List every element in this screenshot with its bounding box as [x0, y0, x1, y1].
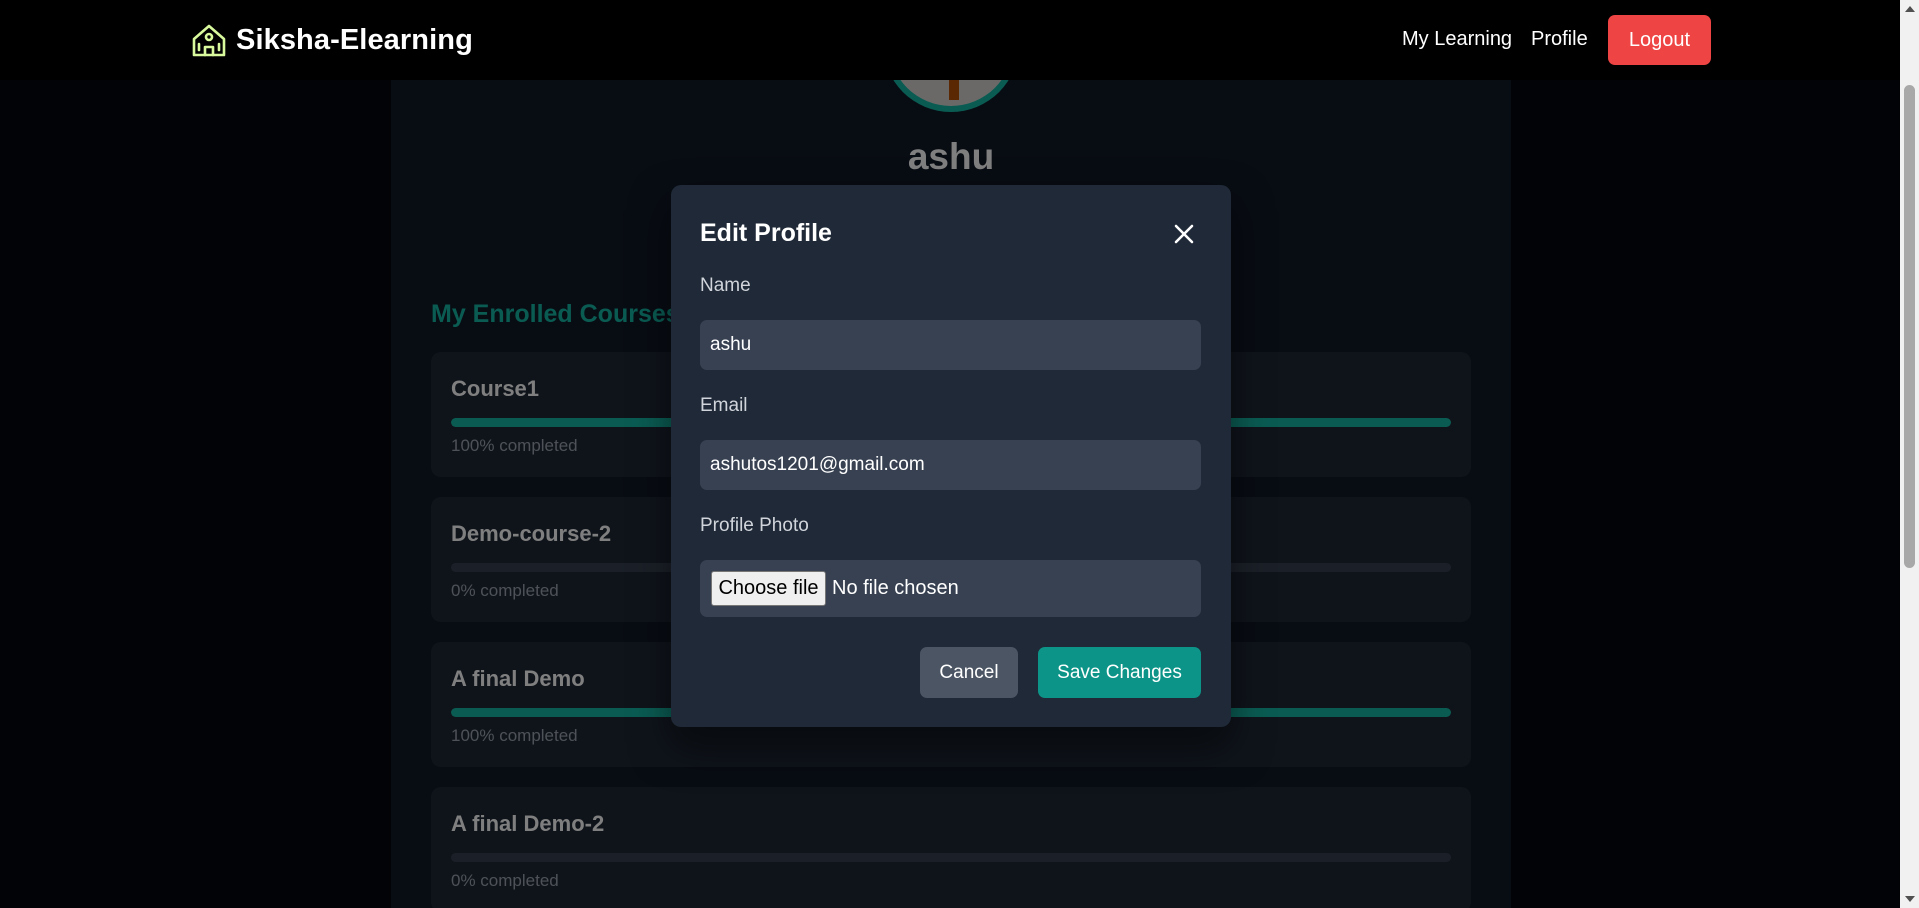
name-input[interactable] [700, 320, 1201, 370]
nav-my-learning[interactable]: My Learning [1402, 28, 1512, 51]
name-label: Name [700, 275, 751, 296]
scroll-down-icon[interactable] [1905, 896, 1915, 902]
profile-photo-field: Choose file No file chosen [700, 560, 1201, 617]
choose-file-button[interactable]: Choose file [711, 571, 826, 606]
modal-title: Edit Profile [700, 219, 832, 247]
close-icon[interactable] [1169, 219, 1199, 249]
profile-photo-label: Profile Photo [700, 515, 809, 536]
edit-profile-modal: Edit Profile Name Email Profile Photo Ch… [671, 185, 1231, 727]
school-icon [192, 24, 226, 57]
navbar: Siksha-Elearning My Learning Profile Log… [0, 0, 1900, 80]
save-changes-button[interactable]: Save Changes [1038, 647, 1201, 698]
scrollbar[interactable] [1900, 0, 1919, 908]
nav-profile[interactable]: Profile [1531, 28, 1588, 51]
brand[interactable]: Siksha-Elearning [191, 20, 473, 60]
brand-name: Siksha-Elearning [236, 23, 473, 56]
email-label: Email [700, 395, 748, 416]
file-status-text: No file chosen [832, 577, 959, 599]
scroll-thumb[interactable] [1904, 85, 1915, 568]
cancel-button[interactable]: Cancel [920, 647, 1018, 698]
email-input[interactable] [700, 440, 1201, 490]
logout-button[interactable]: Logout [1608, 15, 1711, 65]
scroll-up-icon[interactable] [1905, 6, 1915, 12]
